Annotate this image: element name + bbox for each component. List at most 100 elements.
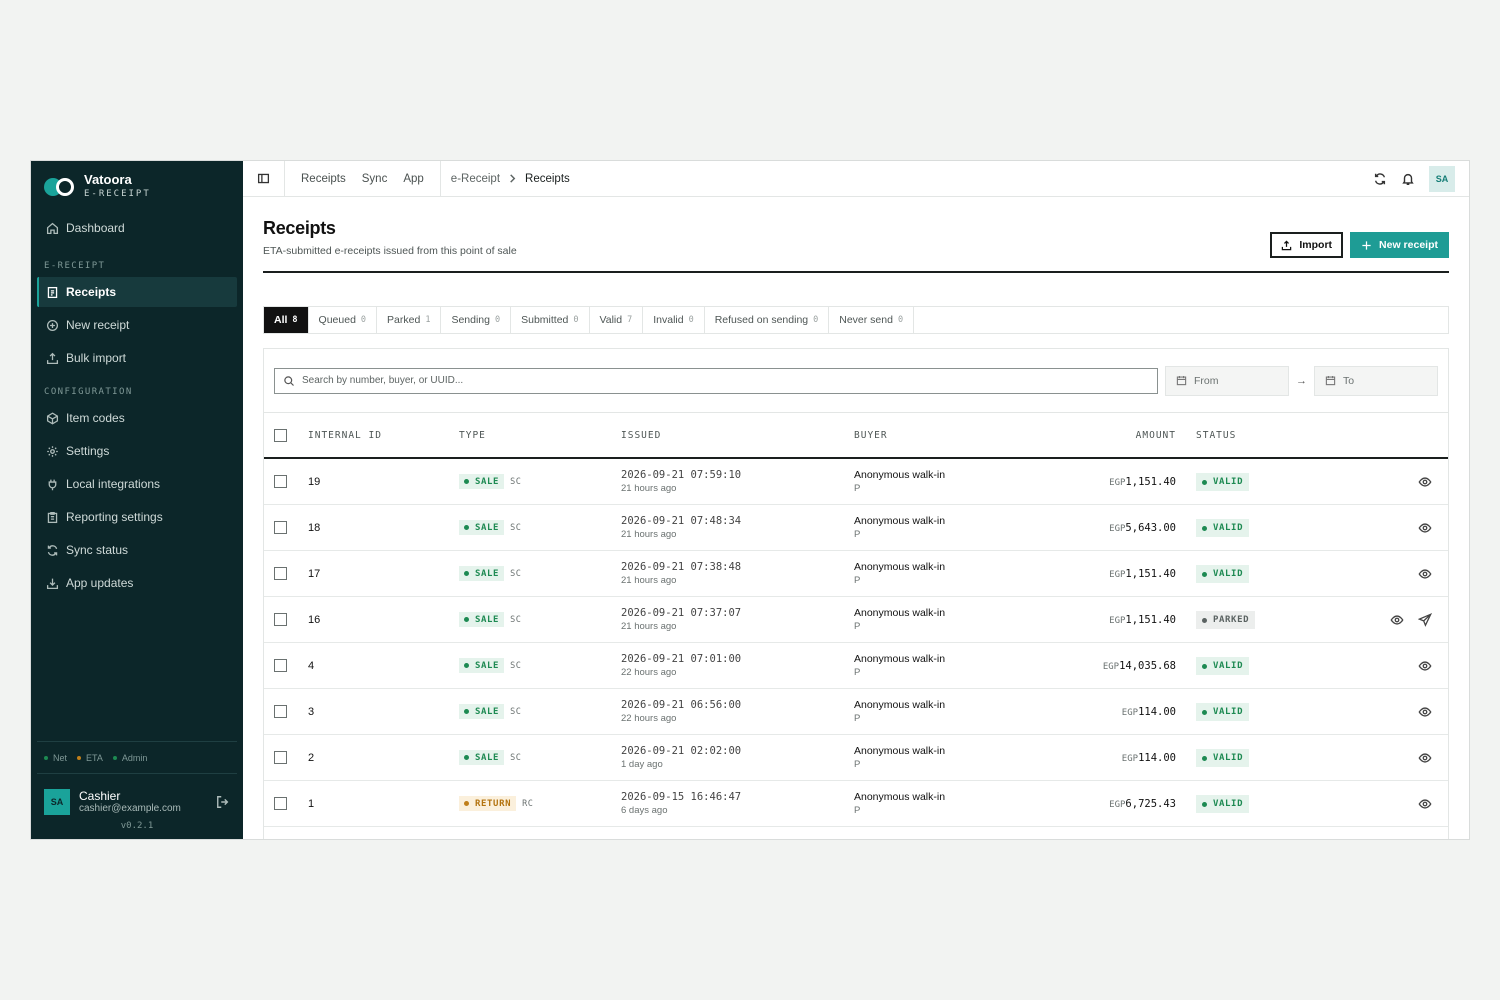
row-checkbox[interactable] bbox=[274, 613, 287, 626]
sidebar-item-item-codes[interactable]: Item codes bbox=[37, 403, 237, 433]
status-badge: VALID bbox=[1196, 795, 1250, 814]
amount-cell: EGP1,151.40 bbox=[1109, 568, 1176, 580]
sidebar-item-bulk-import[interactable]: Bulk import bbox=[37, 343, 237, 373]
header-internal-id[interactable]: INTERNAL ID bbox=[308, 430, 382, 441]
row-checkbox[interactable] bbox=[274, 567, 287, 580]
brand-subtitle: E-RECEIPT bbox=[84, 188, 151, 199]
table-row[interactable]: 16 SALE SC 2026-09-21 07:37:07 21 hours ago A… bbox=[264, 597, 1448, 643]
table-row[interactable]: 17 SALE SC 2026-09-21 07:38:48 21 hours ago A… bbox=[264, 551, 1448, 597]
type-code: RC bbox=[522, 798, 534, 809]
issued-date: 2026-09-15 16:46:47 bbox=[621, 791, 742, 803]
sidebar-item-dashboard[interactable]: Dashboard bbox=[37, 213, 237, 243]
gear-icon bbox=[47, 445, 58, 457]
eye-icon[interactable] bbox=[1418, 659, 1432, 673]
buyer-cell: Anonymous walk-in P bbox=[854, 561, 945, 586]
row-checkbox[interactable] bbox=[274, 797, 287, 810]
tab-valid[interactable]: Valid 7 bbox=[590, 307, 644, 333]
chevron-right-icon bbox=[510, 174, 516, 183]
brand[interactable]: Vatoora E-RECEIPT bbox=[31, 161, 243, 203]
eye-icon[interactable] bbox=[1418, 751, 1432, 765]
type-badge: SALE bbox=[459, 474, 505, 489]
buyer-type: P bbox=[854, 529, 861, 540]
currency: EGP bbox=[1109, 615, 1126, 626]
table-row[interactable]: 19 SALE SC 2026-09-21 07:59:10 21 hours ago A… bbox=[264, 459, 1448, 505]
currency: EGP bbox=[1121, 753, 1139, 764]
eye-icon[interactable] bbox=[1390, 613, 1404, 627]
table-row[interactable]: 2 SALE SC 2026-09-21 02:02:00 1 day ago Anony… bbox=[264, 735, 1448, 781]
calendar-icon bbox=[1176, 376, 1187, 386]
menu-sync[interactable]: Sync bbox=[362, 173, 388, 185]
sidebar-item-settings[interactable]: Settings bbox=[37, 436, 237, 466]
issued-relative: 21 hours ago bbox=[621, 621, 677, 632]
type-label: SALE bbox=[475, 614, 500, 625]
buyer-name: Anonymous walk-in bbox=[854, 515, 946, 527]
status-badge: VALID bbox=[1196, 473, 1250, 492]
status-cell: VALID bbox=[1196, 656, 1250, 676]
tab-sending[interactable]: Sending 0 bbox=[441, 307, 512, 333]
sidebar-item-reporting-settings[interactable]: Reporting settings bbox=[37, 502, 237, 532]
amount-value: 14,035.68 bbox=[1119, 659, 1176, 672]
status-badge: VALID bbox=[1196, 657, 1250, 676]
table-row[interactable]: 18 SALE SC 2026-09-21 07:48:34 21 hours ago A… bbox=[264, 505, 1448, 551]
sidebar-item-app-updates[interactable]: App updates bbox=[37, 568, 237, 598]
buyer-cell: Anonymous walk-in P bbox=[854, 469, 945, 494]
tab-submitted[interactable]: Submitted 0 bbox=[511, 307, 590, 333]
currency: EGP bbox=[1121, 707, 1139, 718]
tab-never-send[interactable]: Never send 0 bbox=[829, 307, 915, 333]
eye-icon[interactable] bbox=[1418, 797, 1432, 811]
status-cell: VALID bbox=[1196, 564, 1250, 584]
eye-icon[interactable] bbox=[1418, 567, 1432, 581]
amount-value: 5,643.00 bbox=[1125, 521, 1176, 534]
import-button[interactable]: Import bbox=[1270, 232, 1344, 258]
amount-cell: EGP1,151.40 bbox=[1109, 614, 1176, 626]
type-badge: SALE bbox=[459, 750, 505, 765]
sidebar-item-local-integrations[interactable]: Local integrations bbox=[37, 469, 237, 499]
tab-invalid[interactable]: Invalid 0 bbox=[643, 307, 705, 333]
status-dot bbox=[112, 756, 117, 761]
table-row[interactable]: 1 RETURN RC 2026-09-15 16:46:47 6 days ago An… bbox=[264, 781, 1448, 827]
header-status[interactable]: STATUS bbox=[1196, 430, 1236, 441]
row-checkbox[interactable] bbox=[274, 521, 287, 534]
new-receipt-button[interactable]: New receipt bbox=[1350, 232, 1449, 258]
date-to-input[interactable]: To bbox=[1314, 365, 1438, 396]
sidebar-item-label: Settings bbox=[66, 444, 110, 458]
currency: EGP bbox=[1102, 661, 1120, 672]
date-from-input[interactable]: From bbox=[1165, 365, 1289, 396]
send-icon[interactable] bbox=[1418, 612, 1432, 627]
header-buyer[interactable]: BUYER bbox=[854, 430, 888, 441]
sidebar-toggle-button[interactable] bbox=[243, 161, 285, 197]
tab-refused-on-sending[interactable]: Refused on sending 0 bbox=[705, 307, 830, 333]
sidebar-item-receipts[interactable]: Receipts bbox=[37, 277, 237, 307]
eye-icon[interactable] bbox=[1418, 705, 1432, 719]
topbar: Receipts Sync App e-Receipt Receipts SA bbox=[243, 161, 1469, 197]
row-checkbox[interactable] bbox=[274, 751, 287, 764]
row-actions bbox=[1418, 797, 1432, 811]
menu-app[interactable]: App bbox=[403, 173, 423, 185]
user-avatar-button[interactable]: SA bbox=[1429, 165, 1455, 192]
eye-icon[interactable] bbox=[1418, 475, 1432, 489]
row-checkbox[interactable] bbox=[274, 705, 287, 718]
tab-count: 0 bbox=[360, 315, 367, 325]
tab-queued[interactable]: Queued 0 bbox=[309, 307, 378, 333]
tab-all[interactable]: All 8 bbox=[264, 307, 309, 333]
search-input[interactable]: Search by number, buyer, or UUID... bbox=[274, 367, 1158, 394]
row-checkbox[interactable] bbox=[274, 659, 287, 672]
type-cell: SALE SC bbox=[459, 612, 521, 627]
row-checkbox[interactable] bbox=[274, 475, 287, 488]
select-all-checkbox[interactable] bbox=[274, 429, 287, 442]
header-issued[interactable]: ISSUED bbox=[621, 430, 661, 441]
table-row[interactable]: 3 SALE SC 2026-09-21 06:56:00 22 hours ago An… bbox=[264, 689, 1448, 735]
menu-receipts[interactable]: Receipts bbox=[301, 173, 346, 185]
bell-icon[interactable] bbox=[1401, 172, 1415, 186]
sidebar-item-sync-status[interactable]: Sync status bbox=[37, 535, 237, 565]
header-type[interactable]: TYPE bbox=[459, 430, 486, 441]
tab-parked[interactable]: Parked 1 bbox=[377, 307, 442, 333]
table-row[interactable]: 4 SALE SC 2026-09-21 07:01:00 22 hours ago An… bbox=[264, 643, 1448, 689]
sidebar-item-new-receipt[interactable]: New receipt bbox=[37, 310, 237, 340]
sidebar-item-label: Bulk import bbox=[66, 351, 127, 365]
logout-icon[interactable] bbox=[216, 795, 230, 809]
breadcrumb-ereceipt[interactable]: e-Receipt bbox=[451, 173, 500, 185]
refresh-icon[interactable] bbox=[1373, 172, 1387, 186]
eye-icon[interactable] bbox=[1418, 521, 1432, 535]
header-amount[interactable]: AMOUNT bbox=[1136, 430, 1176, 441]
